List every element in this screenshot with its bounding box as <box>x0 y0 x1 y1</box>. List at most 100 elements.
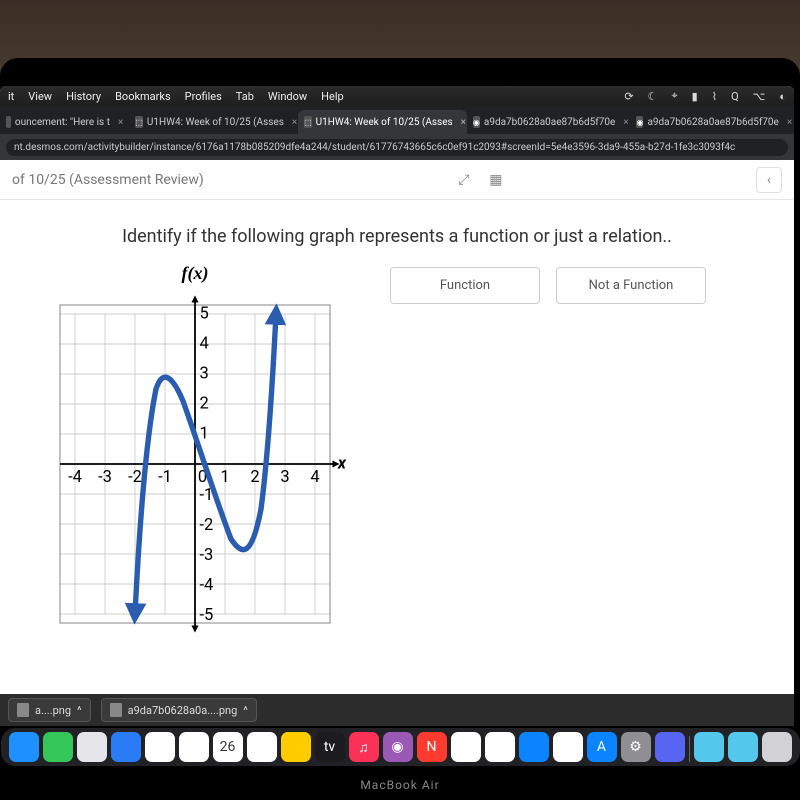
dock-app-discord[interactable] <box>655 732 685 762</box>
svg-text:x: x <box>337 455 347 474</box>
question-text: Identify if the following graph represen… <box>30 226 764 247</box>
dock-app-notes[interactable] <box>281 732 311 762</box>
svg-text:3: 3 <box>280 468 289 487</box>
dock-container: 26 tv♫◉N A⚙ <box>0 728 800 766</box>
y-axis-label: f(x) <box>30 263 360 284</box>
close-icon[interactable]: × <box>623 117 628 128</box>
menu-item[interactable]: Window <box>268 90 307 103</box>
browser-tab[interactable]: ◉a9da7b0628a0ae87b6d5f70e× <box>467 110 631 134</box>
svg-text:-1: -1 <box>158 468 172 487</box>
answer-group: Function Not a Function <box>390 267 706 304</box>
dock-app-safari[interactable] <box>77 732 107 762</box>
dock-app-keynote[interactable] <box>519 732 549 762</box>
dock-app-news[interactable]: N <box>417 732 447 762</box>
file-icon <box>17 703 29 717</box>
page-content: of 10/25 (Assessment Review) ⤢ ▦ ‹ Ident… <box>0 160 794 694</box>
close-icon[interactable]: × <box>461 117 466 128</box>
svg-text:2: 2 <box>200 395 209 414</box>
moon-icon[interactable]: ☾ <box>648 90 658 103</box>
answer-not-function-button[interactable]: Not a Function <box>556 267 706 304</box>
dock-app-maps[interactable] <box>145 732 175 762</box>
dock-app-photos[interactable] <box>179 732 209 762</box>
svg-text:-2: -2 <box>128 468 142 487</box>
svg-text:4: 4 <box>200 335 209 354</box>
dock-app-settings[interactable]: ⚙ <box>621 732 651 762</box>
dock-app-mail[interactable] <box>111 732 141 762</box>
dock-app-folder1[interactable] <box>694 732 724 762</box>
browser-tab[interactable]: ◉a9da7b0628a0ae87b6d5f70e× <box>630 110 794 134</box>
siri-icon[interactable]: ◐ <box>779 90 786 103</box>
graph: f(x) <box>30 263 360 644</box>
browser-tab-active[interactable]: ⬚U1HW4: Week of 10/25 (Asses× <box>298 110 467 134</box>
menu-item[interactable]: Bookmarks <box>115 90 171 103</box>
favicon-icon <box>6 116 11 128</box>
dock-app-reminders[interactable] <box>247 732 277 762</box>
wifi-icon[interactable]: ⌇ <box>712 90 717 103</box>
search-icon[interactable]: Q <box>731 90 739 103</box>
menu-item[interactable]: Help <box>321 90 344 103</box>
menu-item[interactable]: Tab <box>236 90 254 103</box>
screen: it View History Bookmarks Profiles Tab W… <box>0 86 794 726</box>
chevron-up-icon[interactable]: ^ <box>243 704 248 717</box>
file-icon <box>110 703 122 717</box>
sync-icon[interactable]: ⟳ <box>624 90 633 103</box>
dock-app-trash[interactable] <box>762 732 792 762</box>
fullscreen-icon[interactable]: ⤢ <box>451 167 477 193</box>
downloads-bar: a....png^ a9da7b0628a0a....png^ <box>0 694 794 726</box>
dock-app-appletv[interactable]: tv <box>315 732 345 762</box>
mac-menubar: it View History Bookmarks Profiles Tab W… <box>0 86 794 106</box>
dock-app-sep <box>689 736 690 762</box>
dock-app-calendar[interactable]: 26 <box>213 732 243 762</box>
control-center-icon[interactable]: ⌥ <box>753 90 766 103</box>
svg-text:-3: -3 <box>98 468 112 487</box>
dock-app-podcasts[interactable]: ◉ <box>383 732 413 762</box>
download-item[interactable]: a9da7b0628a0a....png^ <box>101 698 257 722</box>
dock-app-appstore[interactable]: A <box>587 732 617 762</box>
svg-text:-4: -4 <box>200 576 214 595</box>
svg-text:-4: -4 <box>68 468 82 487</box>
dock: 26 tv♫◉N A⚙ <box>1 728 800 766</box>
menu-item[interactable]: History <box>66 90 101 103</box>
svg-text:-2: -2 <box>200 516 214 535</box>
laptop-frame: it View History Bookmarks Profiles Tab W… <box>0 58 800 800</box>
dock-app-numbers[interactable] <box>451 732 481 762</box>
browser-tab[interactable]: ⬚U1HW4: Week of 10/25 (Asses× <box>129 110 298 134</box>
answer-function-button[interactable]: Function <box>390 267 540 304</box>
close-icon[interactable]: × <box>787 117 792 128</box>
battery-icon[interactable]: ▮ <box>692 90 698 103</box>
dock-app-music[interactable]: ♫ <box>349 732 379 762</box>
favicon-icon: ⬚ <box>304 116 312 128</box>
chevron-up-icon[interactable]: ^ <box>77 704 82 717</box>
svg-text:-5: -5 <box>200 606 214 625</box>
svg-text:-3: -3 <box>200 546 214 565</box>
svg-text:1: 1 <box>220 468 229 487</box>
url-field[interactable]: nt.desmos.com/activitybuilder/instance/6… <box>6 139 788 156</box>
dock-app-messages[interactable] <box>43 732 73 762</box>
dock-app-pages[interactable] <box>485 732 515 762</box>
calculator-icon[interactable]: ▦ <box>483 167 509 193</box>
laptop-label: MacBook Air <box>0 778 800 792</box>
dock-app-finder[interactable] <box>9 732 39 762</box>
menu-item[interactable]: Profiles <box>185 90 222 103</box>
bluetooth-icon[interactable]: ⌖ <box>671 89 677 103</box>
svg-text:3: 3 <box>200 365 209 384</box>
browser-tabstrip: ouncement: "Here is t× ⬚U1HW4: Week of 1… <box>0 106 794 134</box>
favicon-icon: ◉ <box>473 116 480 128</box>
favicon-icon: ◉ <box>636 116 643 128</box>
menu-item[interactable]: View <box>28 90 52 103</box>
menu-item[interactable]: it <box>8 90 14 103</box>
browser-tab[interactable]: ouncement: "Here is t× <box>0 110 129 134</box>
address-bar: nt.desmos.com/activitybuilder/instance/6… <box>0 134 794 160</box>
download-item[interactable]: a....png^ <box>8 698 91 722</box>
svg-text:5: 5 <box>200 305 209 324</box>
dock-app-folder2[interactable] <box>728 732 758 762</box>
close-icon[interactable]: × <box>292 117 297 128</box>
svg-text:4: 4 <box>310 468 319 487</box>
svg-text:1: 1 <box>200 425 209 444</box>
close-icon[interactable]: × <box>118 117 123 128</box>
dock-app-chrome[interactable] <box>553 732 583 762</box>
activity-title: of 10/25 (Assessment Review) <box>12 172 204 188</box>
activity-header: of 10/25 (Assessment Review) ⤢ ▦ ‹ <box>0 160 794 200</box>
back-button[interactable]: ‹ <box>756 167 782 193</box>
favicon-icon: ⬚ <box>135 116 143 128</box>
